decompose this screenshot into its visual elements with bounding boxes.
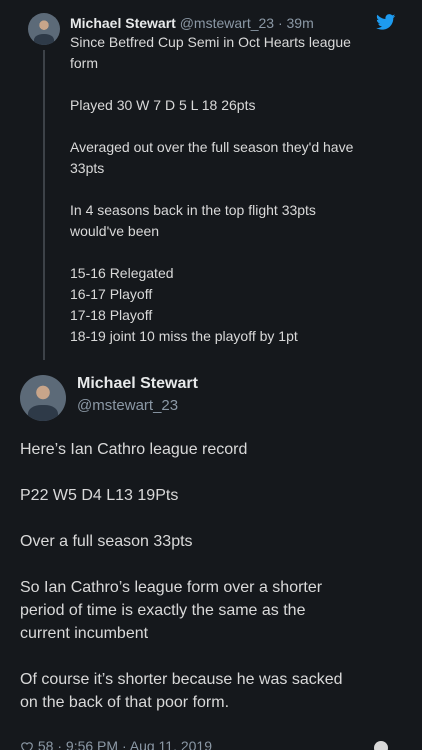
quoted-tweet-time[interactable]: · 39m	[278, 15, 314, 31]
like-count[interactable]: 58	[38, 738, 54, 750]
thread-connector-line	[43, 50, 45, 360]
tweet-text-line: would've been	[70, 223, 160, 239]
quoted-author-handle[interactable]: @mstewart_23	[180, 15, 274, 31]
main-author-name[interactable]: Michael Stewart	[77, 374, 198, 394]
tweet-text-line: 17-18 Playoff	[70, 307, 153, 323]
main-tweet-text: Here’s Ian Cathro league record P22 W5 D…	[20, 438, 410, 714]
tweet-date[interactable]: Aug 11, 2019	[130, 738, 212, 750]
quoted-tweet-text: Since Betfred Cup Semi in Oct Hearts lea…	[70, 32, 410, 347]
tweet-text-line: on the back of that poor form.	[20, 694, 230, 711]
tweet-text-line: In 4 seasons back in the top flight 33pt…	[70, 202, 316, 218]
tweet-text-line: Played 30 W 7 D 5 L 18 26pts	[70, 97, 256, 113]
tweet-text-line: 16-17 Playoff	[70, 286, 153, 302]
info-icon[interactable]	[374, 741, 388, 750]
tweet-text-line: 33pts	[70, 160, 105, 176]
tweet-footer: 58 · 9:56 PM · Aug 11, 2019	[20, 738, 212, 750]
tweet-text-line: Averaged out over the full season they'd…	[70, 139, 354, 155]
tweet-text-line: form	[70, 55, 98, 71]
tweet-time[interactable]: 9:56 PM	[66, 738, 118, 750]
quoted-author-avatar[interactable]	[28, 13, 60, 45]
tweet-text-line: Over a full season 33pts	[20, 533, 193, 550]
main-author-handle[interactable]: @mstewart_23	[77, 396, 198, 416]
tweet-text-line: current incumbent	[20, 625, 149, 642]
twitter-bird-icon[interactable]	[376, 14, 396, 30]
tweet-text-line: Here’s Ian Cathro league record	[20, 441, 248, 458]
tweet-text-line: 15-16 Relegated	[70, 265, 174, 281]
quoted-author-name[interactable]: Michael Stewart	[70, 15, 176, 31]
tweet-text-line: 18-19 joint 10 miss the playoff by 1pt	[70, 328, 298, 344]
tweet-text-line: So Ian Cathro’s league form over a short…	[20, 579, 323, 596]
tweet-text-line: Since Betfred Cup Semi in Oct Hearts lea…	[70, 34, 351, 50]
heart-icon[interactable]	[20, 741, 34, 750]
tweet-text-line: period of time is exactly the same as th…	[20, 602, 306, 619]
quoted-tweet-header: Michael Stewart @mstewart_23 · 39m	[70, 14, 410, 32]
quoted-tweet[interactable]: Michael Stewart @mstewart_23 · 39m Since…	[70, 14, 410, 347]
main-author-avatar[interactable]	[20, 375, 66, 421]
main-author-info[interactable]: Michael Stewart @mstewart_23	[77, 374, 198, 416]
tweet-text-line: Of course it’s shorter because he was sa…	[20, 671, 343, 688]
tweet-text-line: P22 W5 D4 L13 19Pts	[20, 487, 179, 504]
